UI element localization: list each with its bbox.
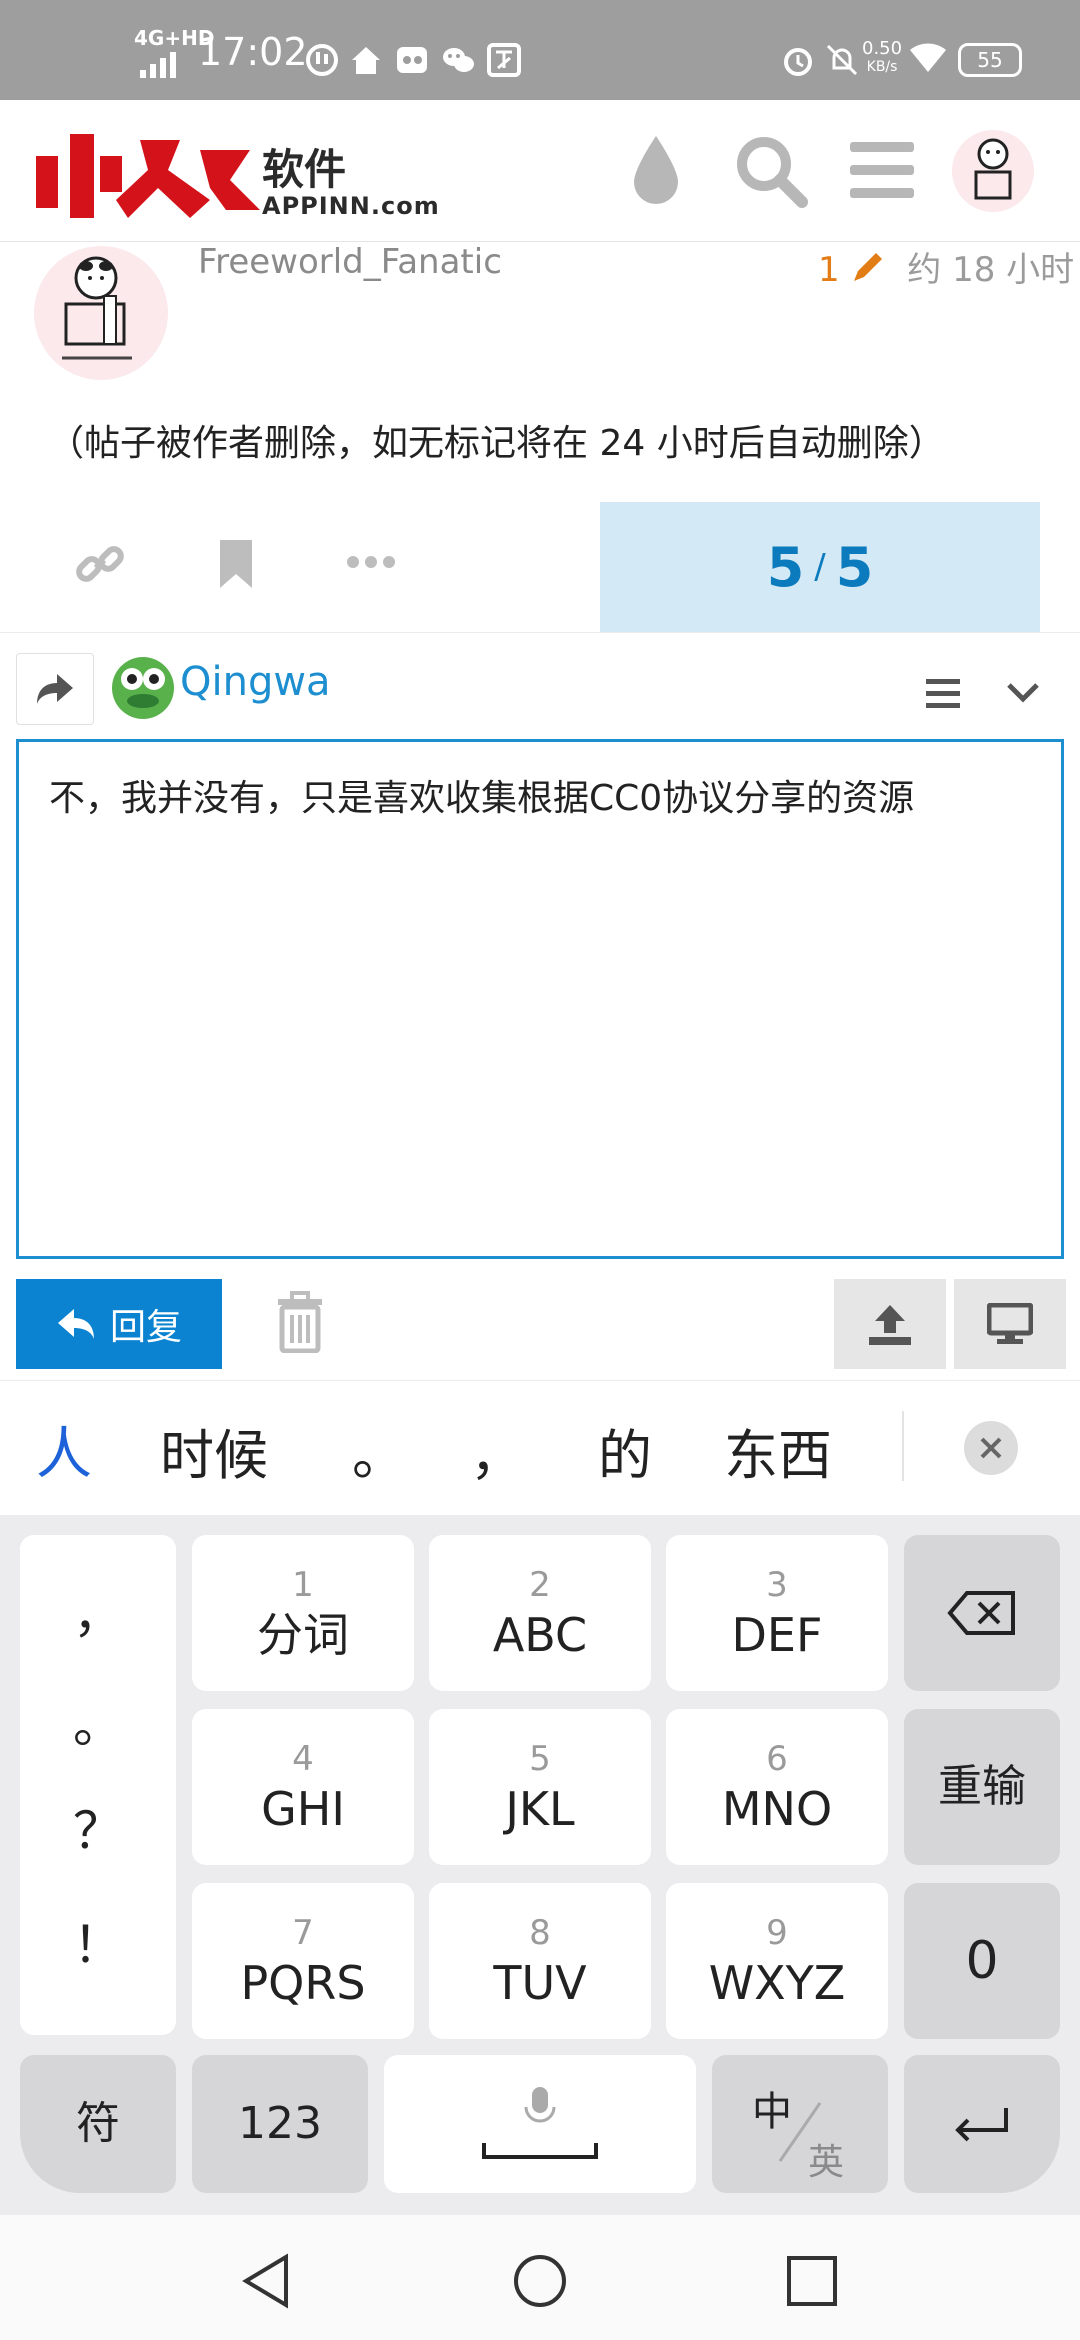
key-7[interactable]: 7 PQRS: [192, 1883, 414, 2039]
candidate-2[interactable]: 。: [352, 1411, 406, 1490]
key-0[interactable]: 0: [904, 1883, 1060, 2039]
reply-editor[interactable]: 不，我并没有，只是喜欢收集根据CC0协议分享的资源: [16, 739, 1064, 1259]
close-candidates-button[interactable]: [964, 1421, 1018, 1475]
wifi-icon: [910, 43, 946, 72]
punctuation-column[interactable]: ， 。 ？ ！: [20, 1535, 176, 2035]
theme-drop-icon[interactable]: [630, 132, 682, 206]
link-icon[interactable]: [74, 538, 126, 590]
home-icon: [352, 47, 380, 74]
battery-indicator: 55: [958, 43, 1022, 77]
enter-key[interactable]: [904, 2055, 1060, 2193]
network-speed: 0.50 KB/s: [862, 38, 903, 76]
punct-comma[interactable]: ，: [20, 1575, 176, 1647]
recents-icon[interactable]: [786, 2255, 838, 2307]
edit-count[interactable]: 1: [818, 250, 840, 290]
language-switch-key[interactable]: 中 英: [712, 2055, 888, 2193]
post-body: （帖子被作者删除，如无标记将在 24 小时后自动删除）: [48, 423, 945, 464]
key-2[interactable]: 2 ABC: [429, 1535, 651, 1691]
candidate-3[interactable]: ，: [470, 1411, 524, 1490]
backspace-key[interactable]: [904, 1535, 1060, 1691]
reply-arrow-icon: [37, 674, 73, 704]
translate-icon: [487, 43, 521, 77]
discard-trash-icon[interactable]: [276, 1291, 324, 1353]
ime-candidate-bar: 人 时候 。 ， 的 东西: [0, 1380, 1080, 1515]
post: Freeworld_Fanatic 1 约 18 小时 （帖子被作者删除，如无标…: [0, 242, 1080, 632]
post-username[interactable]: Freeworld_Fanatic: [198, 242, 502, 282]
reply-action-toggle[interactable]: [16, 653, 94, 725]
search-icon[interactable]: [734, 134, 808, 208]
candidate-1[interactable]: 时候: [160, 1411, 268, 1490]
post-author-avatar[interactable]: [34, 246, 168, 380]
symbols-key[interactable]: 符: [20, 2055, 176, 2193]
numeric-key[interactable]: 123: [192, 2055, 368, 2193]
ime-keyboard: ， 。 ？ ！ 1 分词 2 ABC 3 DEF 4 GHI 5 JKL 6 MNO 重输 …: [0, 1515, 1080, 2215]
candidate-4[interactable]: 的: [598, 1411, 652, 1490]
more-options-icon[interactable]: [346, 554, 396, 570]
preview-button[interactable]: [954, 1279, 1066, 1369]
post-time[interactable]: 约 18 小时: [907, 250, 1074, 290]
game-icon: [397, 47, 427, 73]
wechat-icon: [443, 48, 474, 72]
topic-progress[interactable]: 5 / 5: [600, 502, 1040, 632]
app-notification-icon: [306, 44, 338, 76]
logo-text-cn: 软件: [262, 145, 347, 194]
status-bar: 4G+HD 17:02 0.50 KB/s 55: [0, 0, 1080, 100]
enter-icon: [955, 2108, 1008, 2142]
mute-icon: [826, 44, 858, 76]
composer-options-icon[interactable]: [926, 679, 960, 709]
system-nav-bar: [0, 2215, 1080, 2340]
post-meta: 1 约 18 小时: [818, 242, 1074, 291]
ime-mode-icon[interactable]: 人: [36, 1409, 92, 1490]
punct-question[interactable]: ？: [20, 1791, 176, 1863]
site-header: 软件 APPINN.com: [0, 100, 1080, 242]
key-6[interactable]: 6 MNO: [666, 1709, 888, 1865]
space-key[interactable]: [384, 2055, 696, 2193]
candidate-5[interactable]: 东西: [724, 1411, 832, 1490]
appinn-logo[interactable]: [30, 130, 260, 220]
key-4[interactable]: 4 GHI: [192, 1709, 414, 1865]
reply-composer: Qingwa 不，我并没有，只是喜欢收集根据CC0协议分享的资源 回复: [0, 632, 1080, 1380]
reply-icon: [57, 1309, 94, 1339]
signal-icon: [140, 52, 176, 78]
key-8[interactable]: 8 TUV: [429, 1883, 651, 2039]
key-9[interactable]: 9 WXYZ: [666, 1883, 888, 2039]
user-avatar[interactable]: [952, 130, 1034, 212]
home-nav-icon[interactable]: [512, 2253, 568, 2309]
microphone-space-icon: [482, 2087, 598, 2159]
reply-to-avatar[interactable]: [112, 657, 174, 719]
key-3[interactable]: 3 DEF: [666, 1535, 888, 1691]
backspace-icon: [947, 1591, 1015, 1635]
alarm-icon: [784, 48, 812, 76]
menu-icon[interactable]: [850, 142, 914, 198]
back-icon[interactable]: [240, 2253, 292, 2309]
upload-button[interactable]: [834, 1279, 946, 1369]
key-5[interactable]: 5 JKL: [429, 1709, 651, 1865]
key-1[interactable]: 1 分词: [192, 1535, 414, 1691]
close-icon: [980, 1437, 1002, 1459]
upload-icon: [869, 1305, 911, 1345]
clock: 17:02: [198, 30, 308, 74]
desktop-icon: [987, 1303, 1033, 1344]
reply-button[interactable]: 回复: [16, 1279, 222, 1369]
punct-exclamation[interactable]: ！: [20, 1905, 176, 1977]
punct-period[interactable]: 。: [20, 1685, 176, 1757]
reinput-key[interactable]: 重输: [904, 1709, 1060, 1865]
chevron-down-icon[interactable]: [1006, 681, 1040, 705]
reply-to-username[interactable]: Qingwa: [180, 659, 331, 705]
logo-text-en: APPINN.com: [262, 192, 440, 220]
bookmark-icon[interactable]: [218, 538, 254, 590]
pencil-icon[interactable]: [850, 249, 886, 285]
candidate-divider: [902, 1411, 904, 1481]
